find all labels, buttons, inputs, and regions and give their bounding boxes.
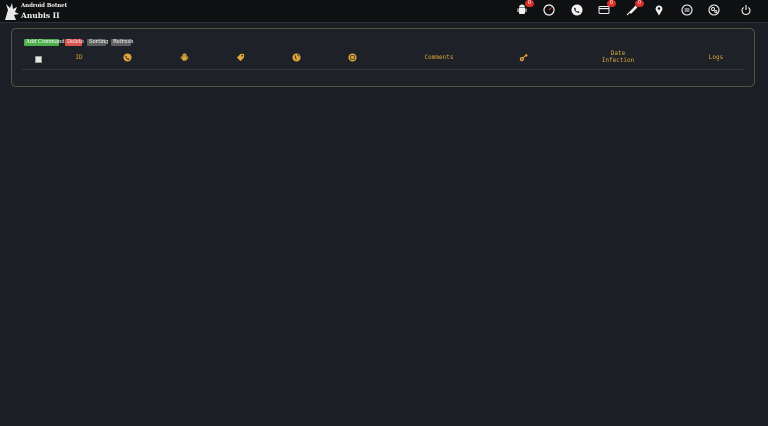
- nav-bots-button[interactable]: 0: [515, 0, 534, 17]
- refresh-button[interactable]: Refresh: [111, 39, 133, 46]
- column-header-comments[interactable]: Comments: [412, 54, 466, 61]
- phone-icon: [571, 4, 583, 16]
- column-header-id[interactable]: ID: [70, 54, 88, 61]
- nav-calls-button[interactable]: [570, 3, 584, 17]
- gauge-icon: [543, 4, 555, 16]
- delete-button[interactable]: Delete: [65, 39, 84, 46]
- brand-logo[interactable]: Android Botnet Anubis II: [4, 2, 67, 21]
- select-all-checkbox[interactable]: [35, 56, 42, 63]
- nav-injects-button[interactable]: 0: [625, 0, 644, 17]
- add-command-button[interactable]: Add Command: [24, 39, 65, 46]
- chip-icon: [348, 53, 357, 62]
- phone-icon: [123, 53, 132, 62]
- nav-badge: 0: [607, 0, 616, 7]
- android-icon: [180, 53, 189, 61]
- tag-icon: [236, 53, 245, 62]
- nav-badge: 0: [635, 0, 644, 7]
- key-icon: [519, 53, 528, 62]
- nav-logout-button[interactable]: [739, 3, 753, 17]
- anubis-logo-icon: [5, 3, 19, 20]
- nav-badge: 0: [525, 0, 534, 7]
- brand-subtitle: Anubis II: [21, 11, 60, 20]
- nav-messages-button[interactable]: [680, 3, 694, 17]
- column-header-date-line: Date: [610, 50, 626, 57]
- column-header-date-infection[interactable]: Date Infection: [592, 50, 644, 64]
- map-pin-icon: [655, 5, 663, 16]
- nav-stats-button[interactable]: [542, 3, 556, 17]
- bots-panel: Add Command Delete Sorting Refresh ID Co…: [11, 28, 755, 87]
- column-header-infection-line: Infection: [601, 57, 635, 64]
- chat-icon: [681, 4, 693, 16]
- brand-title: Android Botnet: [21, 3, 68, 9]
- column-header-logs[interactable]: Logs: [699, 54, 733, 61]
- settings-icon: [708, 4, 720, 16]
- nav-cards-button[interactable]: 0: [597, 0, 616, 17]
- power-icon: [741, 5, 751, 16]
- top-navbar: Android Botnet Anubis II 0 0 0: [0, 0, 768, 23]
- nav-settings-button[interactable]: [707, 3, 721, 17]
- sorting-button[interactable]: Sorting: [87, 39, 109, 46]
- nav-location-button[interactable]: [652, 3, 666, 17]
- table-header-divider: [22, 69, 744, 70]
- globe-icon: [292, 53, 301, 62]
